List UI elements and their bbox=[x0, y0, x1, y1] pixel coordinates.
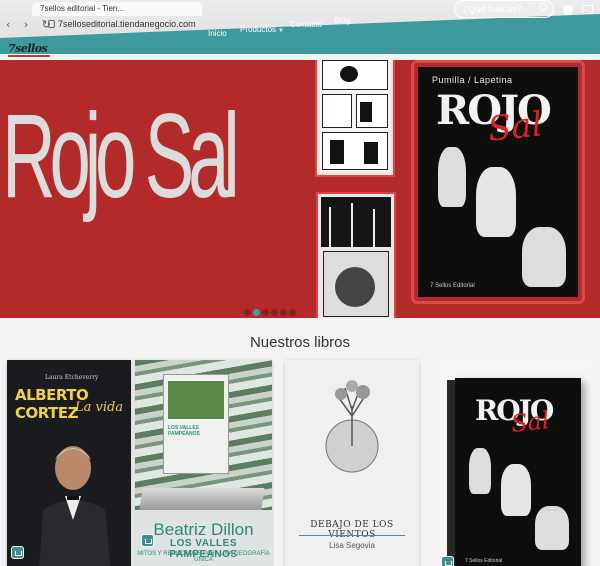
carousel-dot[interactable] bbox=[262, 309, 269, 316]
carousel-dot[interactable] bbox=[289, 309, 296, 316]
carousel-dot[interactable] bbox=[280, 309, 287, 316]
divider bbox=[299, 535, 405, 536]
book-card[interactable]: DEBAJO DE LOS VIENTOS Lisa Segovia bbox=[285, 360, 419, 566]
nav-blog[interactable]: Blog bbox=[334, 16, 350, 25]
book-stack bbox=[139, 488, 265, 510]
user-icon[interactable] bbox=[563, 5, 573, 15]
hero-book-cover[interactable]: Pumilla / Lapetina ROJO Sal 7 Sellos Edi… bbox=[411, 60, 585, 304]
lock-icon bbox=[48, 20, 55, 28]
add-to-cart-button[interactable] bbox=[441, 556, 454, 566]
chevron-down-icon: ▼ bbox=[278, 28, 284, 34]
book-author: Lisa Segovia bbox=[329, 541, 375, 550]
book-cover: ROJO Sal 7 Sellos Editorial bbox=[455, 378, 581, 566]
cart-icon[interactable] bbox=[582, 5, 593, 14]
nav-inicio[interactable]: Inicio bbox=[208, 29, 227, 38]
inset-image bbox=[168, 381, 224, 419]
nav-productos-label: Productos bbox=[240, 25, 277, 34]
book-inset-cover: LOS VALLES PAMPEANOS bbox=[163, 374, 229, 474]
browser-tab[interactable]: 7sellos editorial - Tien... bbox=[32, 2, 202, 16]
site-logo[interactable]: 7sellos bbox=[8, 42, 48, 55]
cover-title-accent: Sal bbox=[486, 104, 545, 150]
nav-productos[interactable]: Productos ▼ bbox=[240, 25, 284, 34]
carousel-dot[interactable] bbox=[244, 309, 251, 316]
logo-underline bbox=[8, 55, 50, 57]
book-title-accent: Sal bbox=[509, 406, 551, 438]
hero-title: Rojo Sal bbox=[2, 89, 240, 223]
search-icon[interactable] bbox=[539, 3, 547, 11]
book-card[interactable]: ROJO Sal 7 Sellos Editorial bbox=[433, 360, 593, 566]
nav-contacto[interactable]: Contacto bbox=[290, 20, 322, 29]
book-author: Beatriz Dillon bbox=[153, 520, 254, 539]
cover-publisher: 7 Sellos Editorial bbox=[430, 283, 475, 289]
book-title: DEBAJO DE LOS VIENTOS bbox=[310, 520, 394, 540]
book-card[interactable]: Laura Etcheverry ALBERTO CORTEZ La vida bbox=[7, 360, 131, 566]
book-subtitle: La vida bbox=[75, 400, 124, 415]
add-to-cart-button[interactable] bbox=[11, 546, 24, 559]
section-title: Nuestros libros bbox=[249, 334, 351, 351]
book-author: Laura Etcheverry bbox=[45, 374, 99, 381]
book-subtitle: MITOS Y REALIDADES PARA UNA GEOGRAFÍA ÚN… bbox=[137, 551, 270, 563]
cover-authors: Pumilla / Lapetina bbox=[432, 75, 513, 85]
author-portrait bbox=[39, 446, 111, 566]
hero-banner[interactable]: Rojo Sal Pumilla / Lapetina ROJO Sal 7 S… bbox=[0, 60, 600, 318]
carousel-dot[interactable] bbox=[271, 309, 278, 316]
inset-title: LOS VALLES PAMPEANOS bbox=[168, 425, 200, 437]
book-card[interactable]: LOS VALLES PAMPEANOS Beatriz Dillon LOS … bbox=[135, 360, 272, 566]
comic-page-preview-2 bbox=[318, 194, 394, 318]
add-to-cart-button[interactable] bbox=[141, 534, 154, 547]
carousel-dot-active[interactable] bbox=[253, 309, 260, 316]
book-publisher: 7 Sellos Editorial bbox=[465, 558, 503, 564]
tree-illustration bbox=[325, 380, 379, 473]
address-bar[interactable]: 7selloseditorial.tiendanegocio.com bbox=[58, 19, 196, 29]
carousel-dots[interactable] bbox=[244, 303, 298, 318]
comic-page-preview bbox=[317, 60, 393, 175]
